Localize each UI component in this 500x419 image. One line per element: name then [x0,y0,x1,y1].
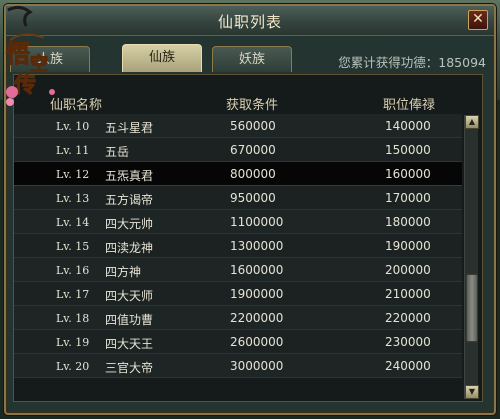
row-salary: 180000 [385,215,431,229]
row-office-name: 五炁真君 [105,169,154,183]
row-salary: 240000 [385,359,431,373]
logo-icon: 悟 空 传 [6,5,55,106]
row-condition: 2600000 [230,335,284,349]
table-row[interactable]: Lv. 11 五岳 670000 150000 [14,138,462,162]
row-level: Lv. 15 [56,240,90,253]
tab-label: 妖族 [238,52,265,67]
row-level: Lv. 13 [56,192,90,205]
row-salary: 140000 [385,119,431,133]
table-row[interactable]: Lv. 20 三官大帝 3000000 240000 [14,354,462,378]
row-salary: 160000 [385,167,431,181]
row-condition: 800000 [230,167,276,181]
table-body: Lv. 10 五斗星君 560000 140000 Lv. 11 五岳 670000 1500… [14,114,462,378]
tab-immortal[interactable]: 仙族 [122,44,202,72]
merit-label: 您累计获得功德： [338,55,439,70]
table-row[interactable]: Lv. 14 四大元帅 1100000 180000 [14,210,462,234]
row-office-name: 四大天师 [105,289,154,303]
row-office-name: 四大元帅 [105,217,154,231]
office-table: 仙职名称 获取条件 职位俸禄 Lv. 10 五斗星君 560000 140000 Lv.… [13,74,483,402]
scroll-up-button[interactable]: ▲ [465,115,479,129]
row-level: Lv. 11 [56,144,90,157]
arrow-down-icon: ▼ [468,387,476,396]
vertical-scrollbar[interactable]: ▲ ▼ [464,115,479,399]
table-row[interactable]: Lv. 13 五方谒帝 950000 170000 [14,186,462,210]
row-level: Lv. 14 [56,216,90,229]
row-level: Lv. 20 [56,360,90,373]
scrollbar-thumb[interactable] [466,274,478,343]
row-condition: 950000 [230,191,276,205]
merit-value: 185094 [438,55,486,70]
svg-text:悟: 悟 [6,39,30,68]
row-salary: 200000 [385,263,431,277]
row-condition: 1900000 [230,287,284,301]
row-salary: 230000 [385,335,431,349]
row-condition: 1300000 [230,239,284,253]
close-button[interactable]: ✕ [468,10,488,30]
row-condition: 1100000 [230,215,284,229]
row-office-name: 四方神 [105,265,142,279]
row-condition: 3000000 [230,359,284,373]
row-level: Lv. 17 [56,288,90,301]
table-row[interactable]: Lv. 19 四大天王 2600000 230000 [14,330,462,354]
table-header: 仙职名称 获取条件 职位俸禄 [14,75,462,113]
table-row[interactable]: Lv. 12 五炁真君 800000 160000 [14,162,462,186]
row-condition: 670000 [230,143,276,157]
row-office-name: 五岳 [105,145,130,159]
window-title: 仙职列表 [217,13,282,31]
row-office-name: 五方谒帝 [105,193,154,207]
row-office-name: 四大天王 [105,337,154,351]
row-office-name: 五斗星君 [105,121,154,135]
header-salary: 职位俸禄 [383,98,436,113]
merit-total: 您累计获得功德：185094 [338,52,486,71]
arrow-up-icon: ▲ [468,117,476,126]
row-salary: 220000 [385,311,431,325]
row-level: Lv. 12 [56,168,90,181]
row-salary: 190000 [385,239,431,253]
title-bar: 仙职列表 ✕ [6,6,494,36]
scroll-down-button[interactable]: ▼ [465,385,479,399]
row-level: Lv. 16 [56,264,90,277]
row-salary: 150000 [385,143,431,157]
row-condition: 560000 [230,119,276,133]
row-level: Lv. 10 [56,120,90,133]
row-level: Lv. 19 [56,336,90,349]
tab-demon[interactable]: 妖族 [212,46,292,72]
table-row[interactable]: Lv. 15 四渎龙神 1300000 190000 [14,234,462,258]
row-office-name: 四值功曹 [105,313,154,327]
row-condition: 1600000 [230,263,284,277]
header-condition: 获取条件 [226,98,279,113]
row-office-name: 三官大帝 [105,361,154,375]
tab-label: 仙族 [148,50,175,65]
row-level: Lv. 18 [56,312,90,325]
row-office-name: 四渎龙神 [105,241,154,255]
row-condition: 2200000 [230,311,284,325]
row-salary: 210000 [385,287,431,301]
table-row[interactable]: Lv. 18 四值功曹 2200000 220000 [14,306,462,330]
table-row[interactable]: Lv. 10 五斗星君 560000 140000 [14,114,462,138]
game-logo: 悟 空 传 [0,0,70,115]
row-salary: 170000 [385,191,431,205]
table-row[interactable]: Lv. 17 四大天师 1900000 210000 [14,282,462,306]
table-row[interactable]: Lv. 16 四方神 1600000 200000 [14,258,462,282]
close-icon: ✕ [472,11,484,27]
